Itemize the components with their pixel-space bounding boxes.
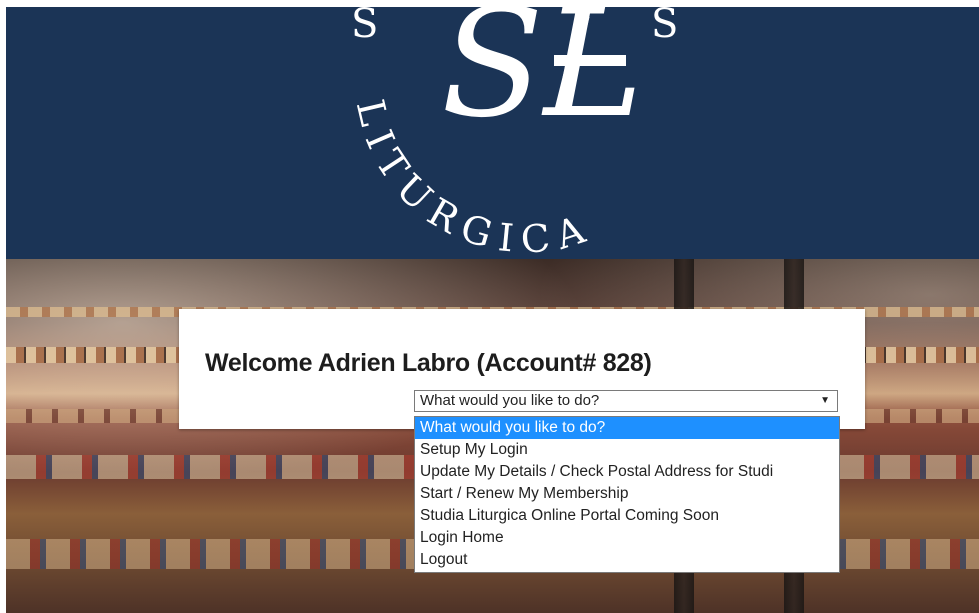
seal-letter-right: S	[651, 7, 678, 47]
action-select-value: What would you like to do?	[420, 392, 600, 409]
studia-liturgica-seal-logo: S S SL LITURGICA	[348, 7, 679, 259]
seal-letter-left: S	[351, 7, 378, 47]
logo-cross-horizontal	[554, 55, 626, 66]
option-online-portal-coming-soon[interactable]: Studia Liturgica Online Portal Coming So…	[415, 505, 839, 527]
action-select[interactable]: What would you like to do? ▼	[414, 390, 838, 412]
option-setup-my-login[interactable]: Setup My Login	[415, 439, 839, 461]
option-update-my-details[interactable]: Update My Details / Check Postal Address…	[415, 461, 839, 483]
option-start-renew-membership[interactable]: Start / Renew My Membership	[415, 483, 839, 505]
page: S S SL LITURGICA Welcome Adrien Labro (A…	[6, 7, 979, 613]
chevron-down-icon: ▼	[820, 395, 830, 406]
option-login-home[interactable]: Login Home	[415, 527, 839, 549]
welcome-heading: Welcome Adrien Labro (Account# 828)	[205, 349, 652, 377]
site-header: S S SL LITURGICA	[6, 7, 979, 259]
action-select-options: What would you like to do? Setup My Logi…	[414, 416, 840, 573]
option-what-would-you-like-to-do[interactable]: What would you like to do?	[415, 417, 839, 439]
option-logout[interactable]: Logout	[415, 549, 839, 571]
logo-monogram: SL	[441, 7, 643, 151]
